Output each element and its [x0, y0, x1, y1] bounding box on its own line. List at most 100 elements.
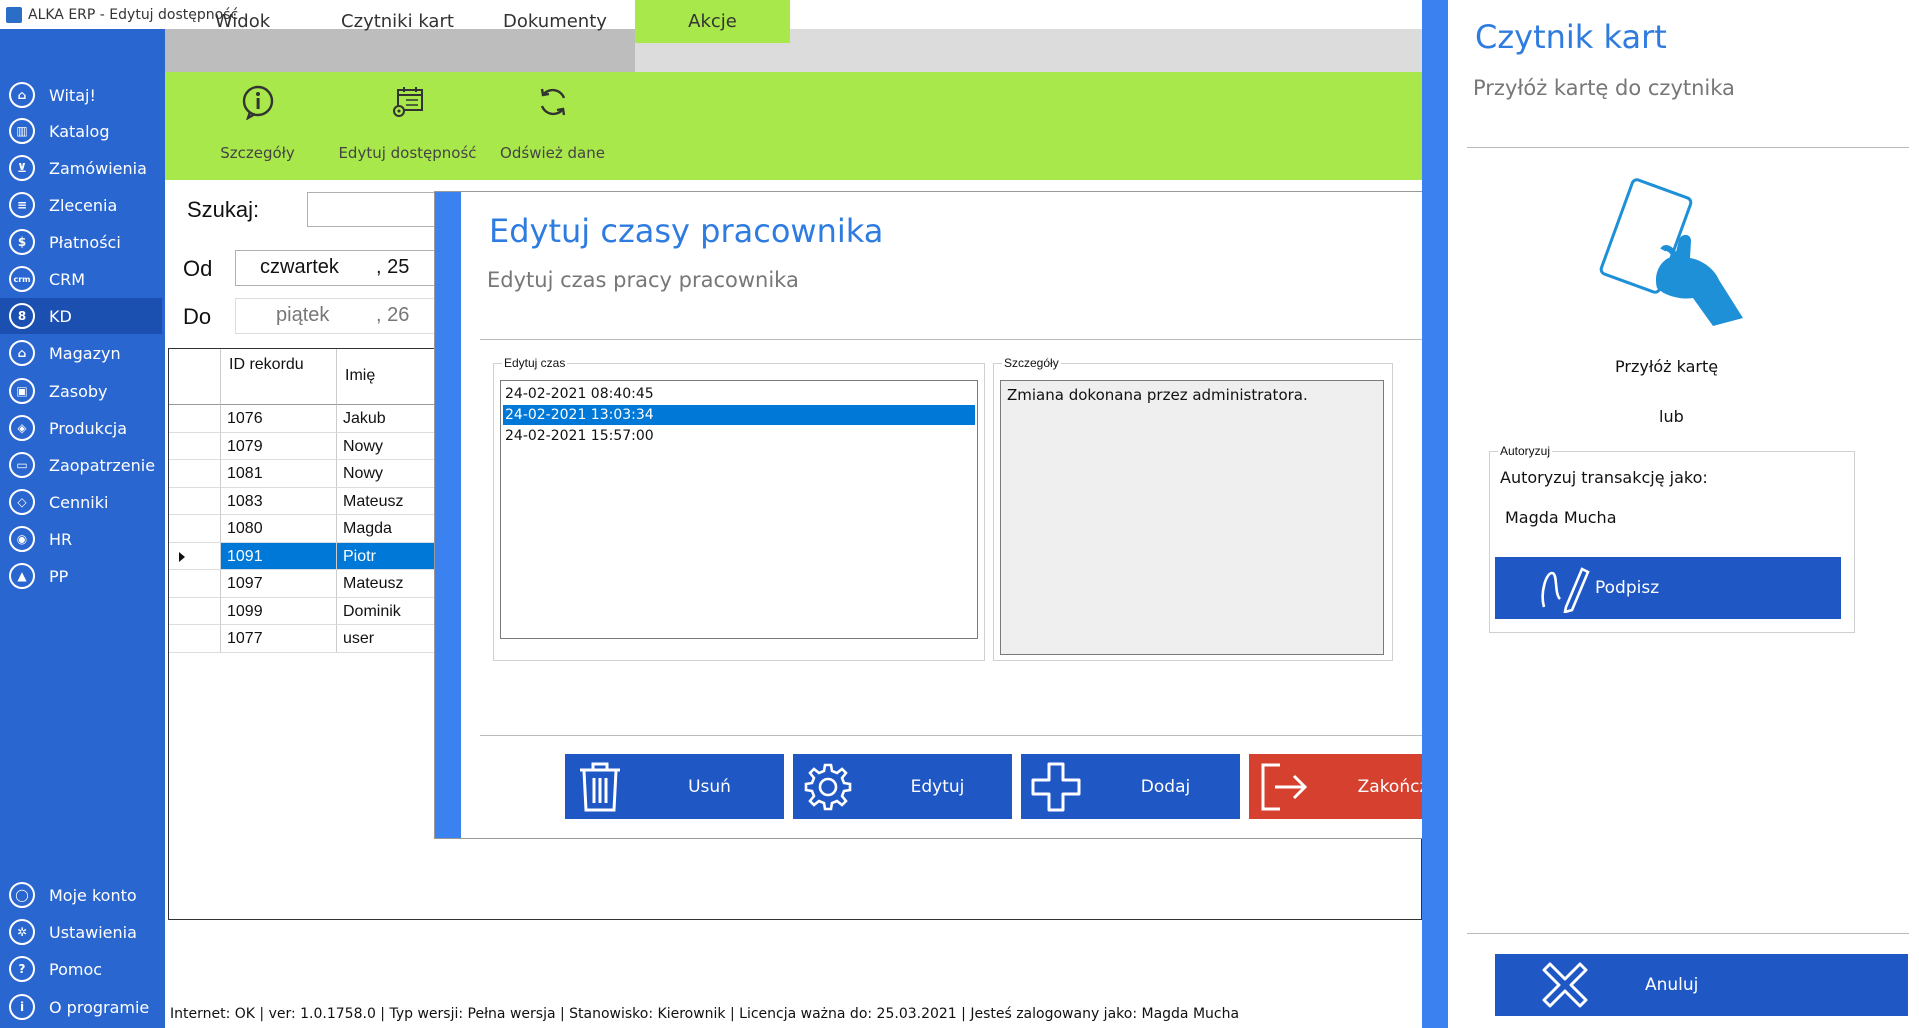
- edit-time-group: Edytuj czas 24-02-2021 08:40:45 24-02-202…: [493, 356, 985, 661]
- ribbon: Szczegóły Edytuj dostępność Odśwież dane: [165, 72, 1422, 180]
- table-row[interactable]: 1076 Jakub: [169, 405, 439, 433]
- cell-id[interactable]: 1081: [221, 460, 337, 488]
- list-item[interactable]: 24-02-2021 15:57:00: [503, 426, 975, 446]
- sidebar-bottom-settings[interactable]: ✲ Ustawienia: [0, 914, 162, 950]
- row-header[interactable]: [169, 515, 221, 543]
- table-row[interactable]: 1079 Nowy: [169, 432, 439, 460]
- sidebar-item-zaopatrzenie[interactable]: ▭ Zaopatrzenie: [0, 447, 162, 483]
- authorize-as-label: Autoryzuj transakcję jako:: [1500, 468, 1708, 487]
- table-row[interactable]: 1097 Mateusz: [169, 570, 439, 598]
- header-name[interactable]: Imię: [337, 349, 439, 405]
- cell-id[interactable]: 1076: [221, 405, 337, 433]
- sidebar-item-produkcja[interactable]: ◈ Produkcja: [0, 410, 162, 446]
- list-item[interactable]: 24-02-2021 08:40:45: [503, 384, 975, 404]
- row-header[interactable]: [169, 432, 221, 460]
- sidebar-bottom-info[interactable]: i O programie: [0, 989, 162, 1025]
- from-label: Od: [183, 256, 213, 281]
- time-list[interactable]: 24-02-2021 08:40:45 24-02-2021 13:03:34 24…: [500, 380, 978, 639]
- sidebar-item-label: Zasoby: [49, 381, 108, 401]
- cancel-button[interactable]: Anuluj: [1495, 954, 1908, 1016]
- sidebar-item-cenniki[interactable]: ◇ Cenniki: [0, 484, 162, 520]
- search-input[interactable]: [307, 192, 437, 227]
- edit-availability-button[interactable]: Edytuj dostępność: [330, 72, 485, 180]
- table-row[interactable]: 1099 Dominik: [169, 597, 439, 625]
- edit-availability-label: Edytuj dostępność: [338, 144, 477, 162]
- edit-button[interactable]: Edytuj: [793, 754, 1012, 819]
- sidebar-item-label: KD: [49, 306, 72, 326]
- sidebar-item-label: O programie: [49, 997, 150, 1017]
- list-item[interactable]: 24-02-2021 13:03:34: [503, 405, 975, 425]
- details-textbox[interactable]: Zmiana dokonana przez administratora.: [1000, 380, 1384, 655]
- row-header[interactable]: [169, 405, 221, 433]
- sidebar-item-zasoby[interactable]: ▣ Zasoby: [0, 373, 162, 409]
- to-date: , 26: [376, 304, 410, 326]
- table-row[interactable]: 1083 Mateusz: [169, 487, 439, 515]
- refresh-button[interactable]: Odśwież dane: [495, 72, 610, 180]
- sidebar-item-label: Zamówienia: [49, 158, 147, 178]
- tab-czytniki-kart[interactable]: Czytniki kart: [320, 0, 475, 43]
- dialog-accent-strip: [435, 192, 461, 838]
- cell-id[interactable]: 1077: [221, 625, 337, 653]
- tab-akcje[interactable]: Akcje: [635, 0, 790, 43]
- sidebar-item-zlecenia[interactable]: ≡ Zlecenia: [0, 187, 162, 223]
- cell-name[interactable]: Dominik: [337, 598, 439, 625]
- cell-name[interactable]: Nowy: [337, 433, 439, 460]
- tab-dokumenty[interactable]: Dokumenty: [475, 0, 635, 43]
- sidebar-item-label: Katalog: [49, 121, 110, 141]
- cell-name[interactable]: Piotr: [337, 542, 439, 570]
- cell-name[interactable]: Mateusz: [337, 570, 439, 598]
- row-header[interactable]: [169, 542, 221, 570]
- sidebar-item-label: PP: [49, 566, 69, 586]
- header-id[interactable]: ID rekordu: [221, 349, 337, 405]
- or-label: lub: [1659, 407, 1684, 426]
- sidebar-bottom-help[interactable]: ? Pomoc: [0, 951, 162, 987]
- row-header[interactable]: [169, 460, 221, 488]
- cell-id[interactable]: 1080: [221, 515, 337, 543]
- details-button[interactable]: Szczegóły: [195, 72, 320, 180]
- sidebar-item-crm[interactable]: crm CRM: [0, 261, 162, 297]
- to-date-picker[interactable]: piątek , 26: [235, 298, 435, 334]
- table-row[interactable]: 1077 user: [169, 625, 439, 653]
- from-date-picker[interactable]: czwartek , 25: [235, 250, 435, 286]
- row-header[interactable]: [169, 625, 221, 653]
- table-row[interactable]: 1091 Piotr: [169, 542, 439, 570]
- delete-button[interactable]: Usuń: [565, 754, 784, 819]
- row-header[interactable]: [169, 597, 221, 625]
- production-icon: ◈: [9, 415, 35, 441]
- sidebar-item-płatności[interactable]: $ Płatności: [0, 224, 162, 260]
- cell-id[interactable]: 1079: [221, 432, 337, 460]
- cell-id[interactable]: 1099: [221, 597, 337, 625]
- edit-times-dialog: Edytuj czasy pracownika Edytuj czas prac…: [434, 191, 1487, 839]
- row-header[interactable]: [169, 487, 221, 515]
- tab-widok[interactable]: Widok: [165, 0, 320, 43]
- cell-name[interactable]: Nowy: [337, 460, 439, 488]
- cell-name[interactable]: Magda: [337, 515, 439, 543]
- sidebar-item-hr[interactable]: ◉ HR: [0, 521, 162, 557]
- cell-id[interactable]: 1083: [221, 487, 337, 515]
- sidebar-item-label: HR: [49, 529, 73, 549]
- cell-name[interactable]: Mateusz: [337, 488, 439, 515]
- sidebar-item-kd[interactable]: 8 KD: [0, 298, 162, 334]
- add-button[interactable]: Dodaj: [1021, 754, 1240, 819]
- sidebar-bottom-account[interactable]: ◯ Moje konto: [0, 877, 162, 913]
- sidebar-item-katalog[interactable]: ▥ Katalog: [0, 113, 162, 149]
- authorize-group-title: Autoryzuj: [1498, 444, 1553, 458]
- table-row[interactable]: 1081 Nowy: [169, 460, 439, 488]
- row-header[interactable]: [169, 570, 221, 598]
- sidebar-item-zamówienia[interactable]: ⊻ Zamówienia: [0, 150, 162, 186]
- warehouse-icon: ⌂: [9, 340, 35, 366]
- cell-name[interactable]: user: [337, 625, 439, 653]
- close-icon: [1495, 958, 1635, 1012]
- details-label: Szczegóły: [220, 144, 295, 162]
- cell-id[interactable]: 1091: [221, 542, 337, 570]
- cell-name[interactable]: Jakub: [337, 405, 439, 433]
- card-reader-subtitle: Przyłóż kartę do czytnika: [1473, 76, 1735, 100]
- sidebar-item-pp[interactable]: ▲ PP: [0, 558, 162, 594]
- sidebar-item-label: Zaopatrzenie: [49, 455, 156, 475]
- sidebar-item-witaj-[interactable]: ⌂ Witaj!: [0, 77, 162, 113]
- sidebar-item-magazyn[interactable]: ⌂ Magazyn: [0, 335, 162, 371]
- sign-button[interactable]: Podpisz: [1495, 557, 1841, 619]
- from-date: , 25: [376, 256, 410, 278]
- table-row[interactable]: 1080 Magda: [169, 515, 439, 543]
- cell-id[interactable]: 1097: [221, 570, 337, 598]
